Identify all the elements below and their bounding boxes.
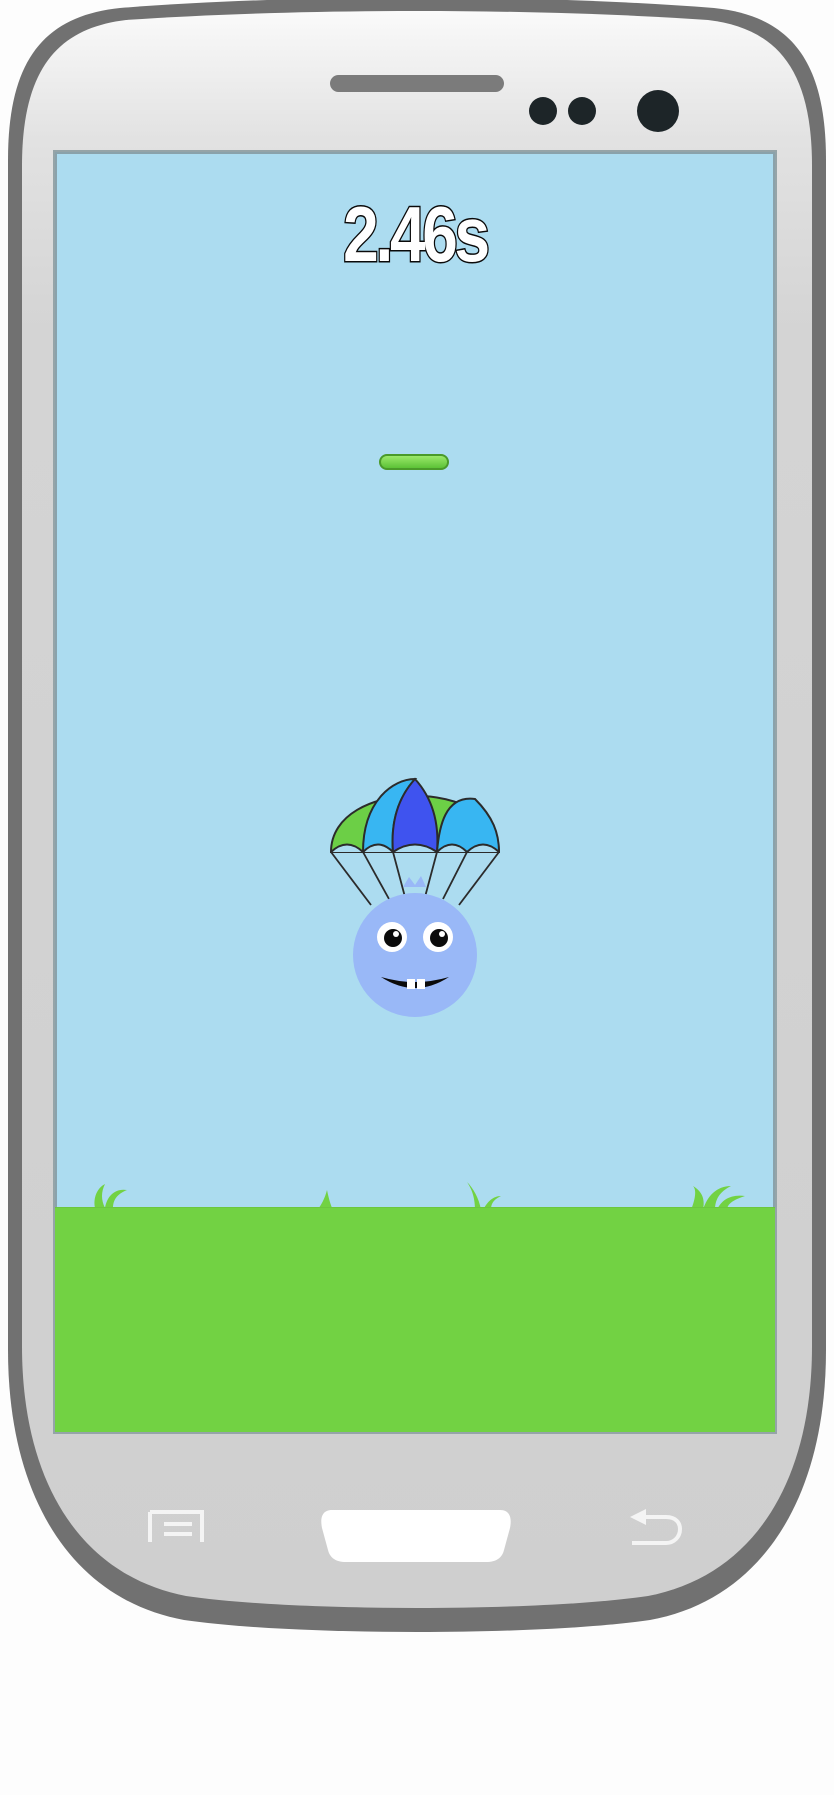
speaker-grille (330, 75, 504, 92)
sensor-dot (529, 97, 557, 125)
home-button[interactable] (320, 1508, 512, 1564)
floating-platform (379, 454, 449, 470)
ground (55, 1207, 775, 1432)
parachute-canopy (329, 777, 501, 854)
timer-display: 2.46s (342, 189, 491, 280)
player-body (353, 876, 477, 1017)
front-camera (637, 90, 679, 132)
menu-icon[interactable] (148, 1510, 204, 1544)
back-icon[interactable] (626, 1507, 682, 1547)
game-screen[interactable]: 2.46s (55, 152, 775, 1432)
grass-tuft (94, 1184, 127, 1208)
parachute-player (329, 777, 501, 1017)
sensor-dot (568, 97, 596, 125)
grass-tuft (467, 1182, 501, 1210)
grass-tuft (691, 1186, 745, 1210)
